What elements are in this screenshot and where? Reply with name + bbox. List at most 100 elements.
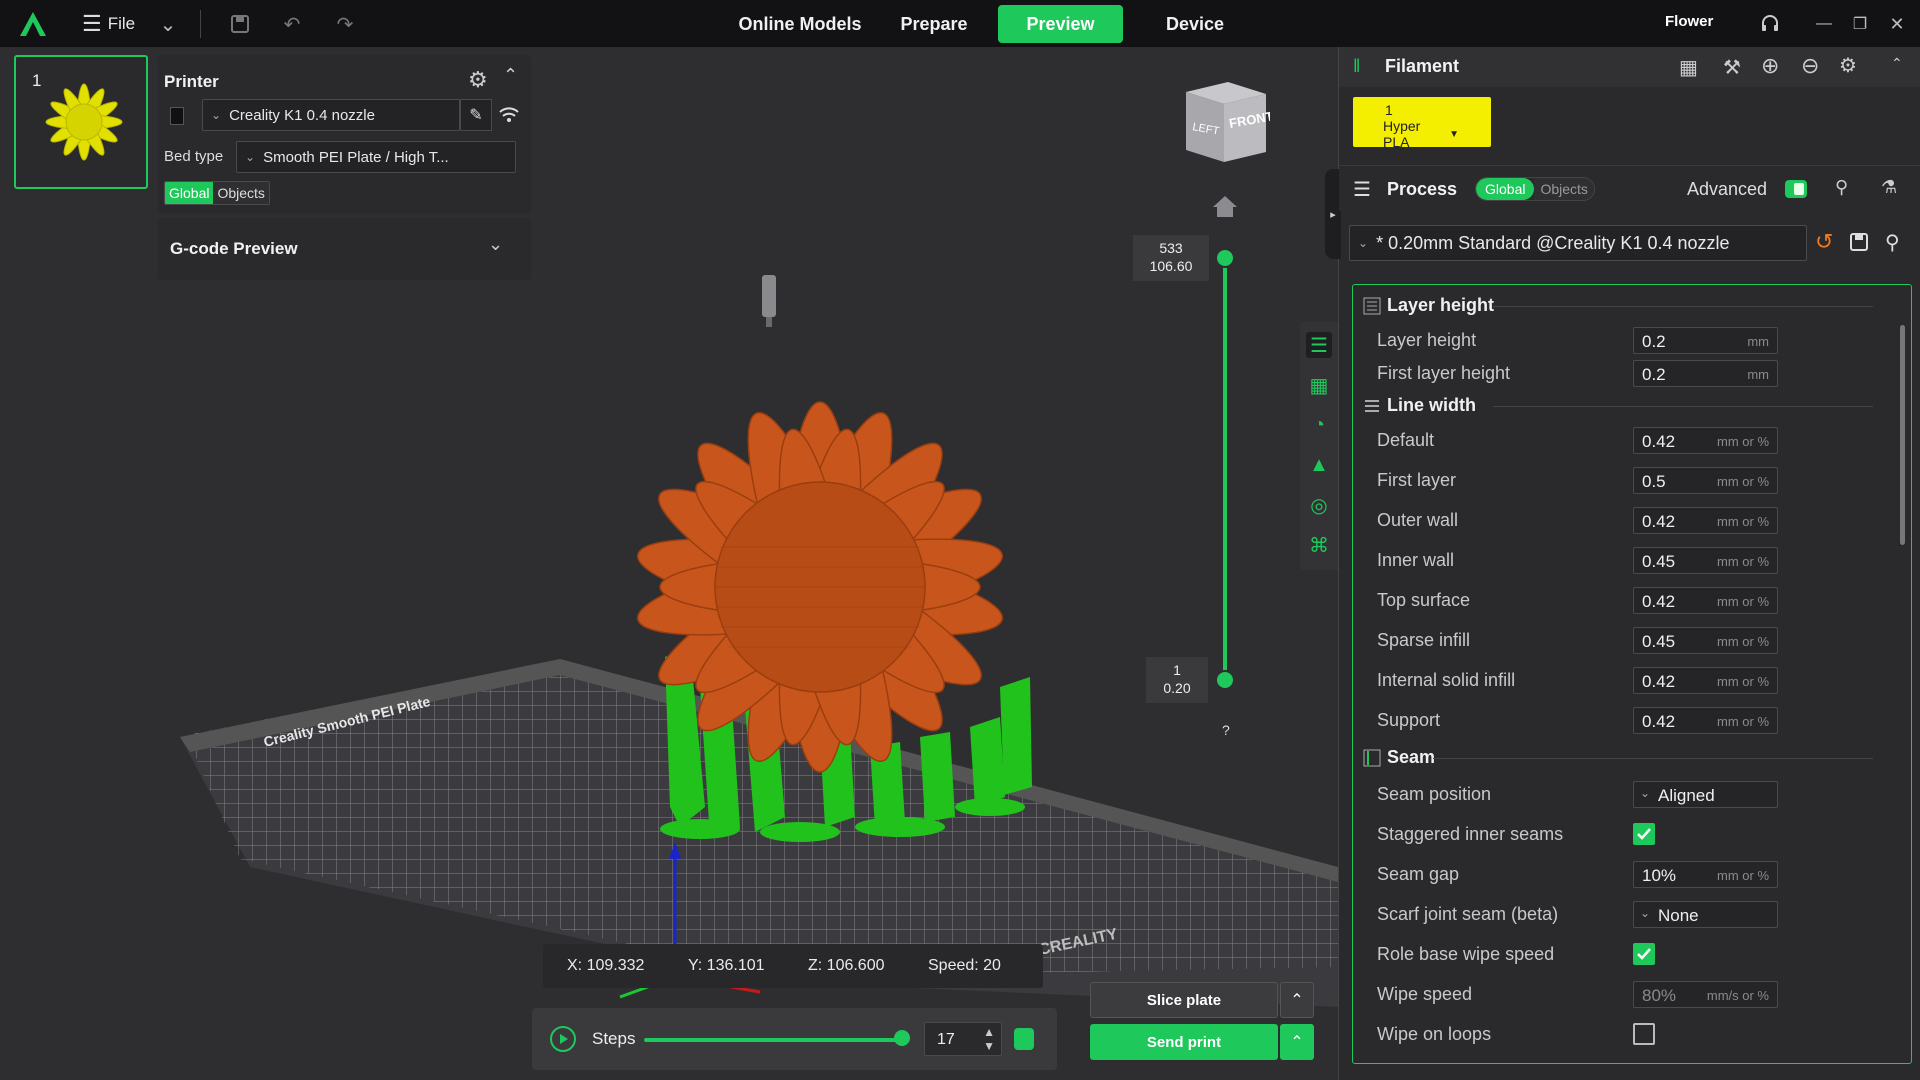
- command-view-icon[interactable]: ⌘: [1306, 532, 1332, 558]
- process-compare-icon[interactable]: ⚲: [1835, 177, 1848, 198]
- layer-height-field[interactable]: 0.2 mm: [1633, 327, 1778, 354]
- advanced-toggle[interactable]: [1785, 180, 1807, 198]
- filament-sync-icon[interactable]: ▦: [1679, 55, 1698, 80]
- filament-title: Filament: [1385, 56, 1460, 76]
- remove-filament-icon[interactable]: ⊖: [1801, 53, 1819, 79]
- scarf-joint-seam-select[interactable]: ⌄ None: [1633, 901, 1778, 928]
- filament-tool-icon[interactable]: ⚒: [1723, 55, 1741, 80]
- app-logo-icon[interactable]: [18, 10, 48, 38]
- add-filament-icon[interactable]: ⊕: [1761, 53, 1779, 79]
- role-base-wipe-speed-checkbox[interactable]: [1633, 943, 1655, 965]
- bed-type-select[interactable]: ⌄ Smooth PEI Plate / High T...: [236, 141, 516, 173]
- 3d-viewport[interactable]: Creality Smooth PEI Plate CREALITY 1 Pri…: [0, 47, 1338, 1080]
- slice-plate-button[interactable]: Slice plate: [1090, 982, 1278, 1018]
- layers-view-icon[interactable]: ☰: [1306, 332, 1332, 358]
- support-headset-icon[interactable]: [1758, 12, 1782, 36]
- send-options-button[interactable]: ⌃: [1280, 1024, 1314, 1060]
- tab-preview[interactable]: Preview: [998, 5, 1123, 43]
- support-view-icon[interactable]: ▲: [1306, 452, 1332, 478]
- play-icon[interactable]: [550, 1026, 576, 1052]
- line-width-inner-wall-field[interactable]: 0.45 mm or %: [1633, 547, 1778, 574]
- layer-bottom-number: 1: [1173, 662, 1181, 678]
- line-width-internal-solid-field[interactable]: 0.42 mm or %: [1633, 667, 1778, 694]
- slice-options-button[interactable]: ⌃: [1280, 982, 1314, 1018]
- param-label: Role base wipe speed: [1377, 944, 1555, 964]
- param-label: Internal solid infill: [1377, 670, 1516, 690]
- minimize-icon[interactable]: —: [1812, 12, 1836, 36]
- steps-slider-handle[interactable]: [894, 1030, 910, 1046]
- param-line-width-inner-wall: Inner wall 0.45 mm or %: [1353, 543, 1883, 577]
- section-seam: Seam: [1353, 741, 1883, 775]
- collapse-up-icon[interactable]: ⌃: [1891, 55, 1903, 72]
- layers-stack-icon[interactable]: [1014, 1028, 1034, 1050]
- chevron-down-icon[interactable]: ⌄: [156, 12, 180, 36]
- slice-view-icon[interactable]: ▦: [1306, 372, 1332, 398]
- line-width-top-surface-field[interactable]: 0.42 mm or %: [1633, 587, 1778, 614]
- reset-icon[interactable]: ↺: [1815, 229, 1833, 255]
- restore-icon[interactable]: ❐: [1848, 12, 1872, 36]
- view-cube[interactable]: LEFT FRONT: [1178, 78, 1275, 166]
- process-scope-objects[interactable]: Objects: [1534, 178, 1594, 200]
- measure-view-icon[interactable]: ◎: [1306, 492, 1332, 518]
- expand-down-icon[interactable]: ⌄: [488, 234, 503, 255]
- collapse-up-icon[interactable]: ⌃: [503, 65, 518, 86]
- seam-position-select[interactable]: ⌄ Aligned: [1633, 781, 1778, 808]
- edit-icon[interactable]: ✎: [460, 99, 492, 131]
- process-scope-global[interactable]: Global: [1476, 178, 1535, 200]
- help-icon[interactable]: ?: [1222, 722, 1230, 738]
- filament-settings-icon[interactable]: ⚙: [1839, 53, 1857, 78]
- line-width-support-field[interactable]: 0.42 mm or %: [1633, 707, 1778, 734]
- steps-value-field[interactable]: 17 ▲ ▼: [924, 1022, 1002, 1056]
- gear-icon[interactable]: ⚙: [468, 67, 488, 93]
- process-scope-toggle[interactable]: Global Objects: [1475, 177, 1595, 201]
- printer-scope-toggle[interactable]: Global Objects: [164, 181, 270, 205]
- home-icon[interactable]: [1212, 194, 1238, 223]
- layer-slider-track[interactable]: [1223, 258, 1227, 680]
- scope-global[interactable]: Global: [165, 182, 214, 204]
- chevron-down-icon: ⌄: [1358, 236, 1369, 250]
- param-line-width-sparse-infill: Sparse infill 0.45 mm or %: [1353, 623, 1883, 657]
- line-width-outer-wall-field[interactable]: 0.42 mm or %: [1633, 507, 1778, 534]
- close-icon[interactable]: ✕: [1885, 12, 1909, 36]
- stepper-arrows-icon[interactable]: ▲ ▼: [983, 1025, 995, 1053]
- first-layer-height-field[interactable]: 0.2 mm: [1633, 360, 1778, 387]
- undo-icon[interactable]: ↶: [280, 12, 304, 36]
- line-width-default-field[interactable]: 0.42 mm or %: [1633, 427, 1778, 454]
- wipe-on-loops-checkbox[interactable]: [1633, 1023, 1655, 1045]
- process-profile-select[interactable]: ⌄ * 0.20mm Standard @Creality K1 0.4 noz…: [1349, 225, 1807, 261]
- scope-objects[interactable]: Objects: [213, 182, 269, 204]
- tab-prepare[interactable]: Prepare: [890, 5, 978, 43]
- layer-slider-top-handle[interactable]: [1215, 248, 1235, 268]
- speed-view-icon[interactable]: ◔: [1306, 412, 1332, 438]
- wifi-icon[interactable]: [498, 103, 520, 130]
- wipe-speed-field[interactable]: 80% mm/s or %: [1633, 981, 1778, 1008]
- save-icon[interactable]: [228, 12, 252, 36]
- plate-thumbnail[interactable]: 1: [14, 55, 148, 189]
- bed-type-label: Bed type: [164, 148, 224, 165]
- params-scrollbar[interactable]: [1900, 325, 1905, 545]
- save-preset-icon[interactable]: [1849, 232, 1869, 257]
- search-icon[interactable]: ⚲: [1885, 230, 1900, 255]
- process-parameters: Layer height Layer height 0.2 mm First la…: [1352, 284, 1912, 1064]
- line-width-first-layer-field[interactable]: 0.5 mm or %: [1633, 467, 1778, 494]
- param-role-base-wipe-speed: Role base wipe speed: [1353, 937, 1883, 971]
- layer-slider-bottom-handle[interactable]: [1215, 670, 1235, 690]
- caret-down-icon[interactable]: ▼: [1449, 129, 1459, 140]
- send-print-button[interactable]: Send print: [1090, 1024, 1278, 1060]
- staggered-inner-seams-checkbox[interactable]: [1633, 823, 1655, 845]
- filament-slot[interactable]: 1 Hyper PLA ▼: [1353, 97, 1491, 150]
- process-tune-icon[interactable]: ⚗: [1881, 177, 1897, 198]
- seam-gap-field[interactable]: 10% mm or %: [1633, 861, 1778, 888]
- tab-device[interactable]: Device: [1150, 5, 1240, 43]
- printer-select[interactable]: ⌄ Creality K1 0.4 nozzle: [202, 99, 460, 131]
- line-width-sparse-infill-field[interactable]: 0.45 mm or %: [1633, 627, 1778, 654]
- menu-icon: ☰: [82, 11, 102, 36]
- printer-thumbnail-icon: [170, 107, 184, 125]
- param-value: 0.5: [1642, 472, 1666, 491]
- steps-slider-track[interactable]: [644, 1038, 900, 1042]
- redo-icon[interactable]: ↷: [333, 12, 357, 36]
- gcode-preview-panel[interactable]: G-code Preview ⌄: [158, 218, 531, 280]
- tab-online-models[interactable]: Online Models: [730, 5, 870, 43]
- file-menu-button[interactable]: ☰ File: [82, 10, 135, 38]
- param-value: 0.42: [1642, 672, 1676, 691]
